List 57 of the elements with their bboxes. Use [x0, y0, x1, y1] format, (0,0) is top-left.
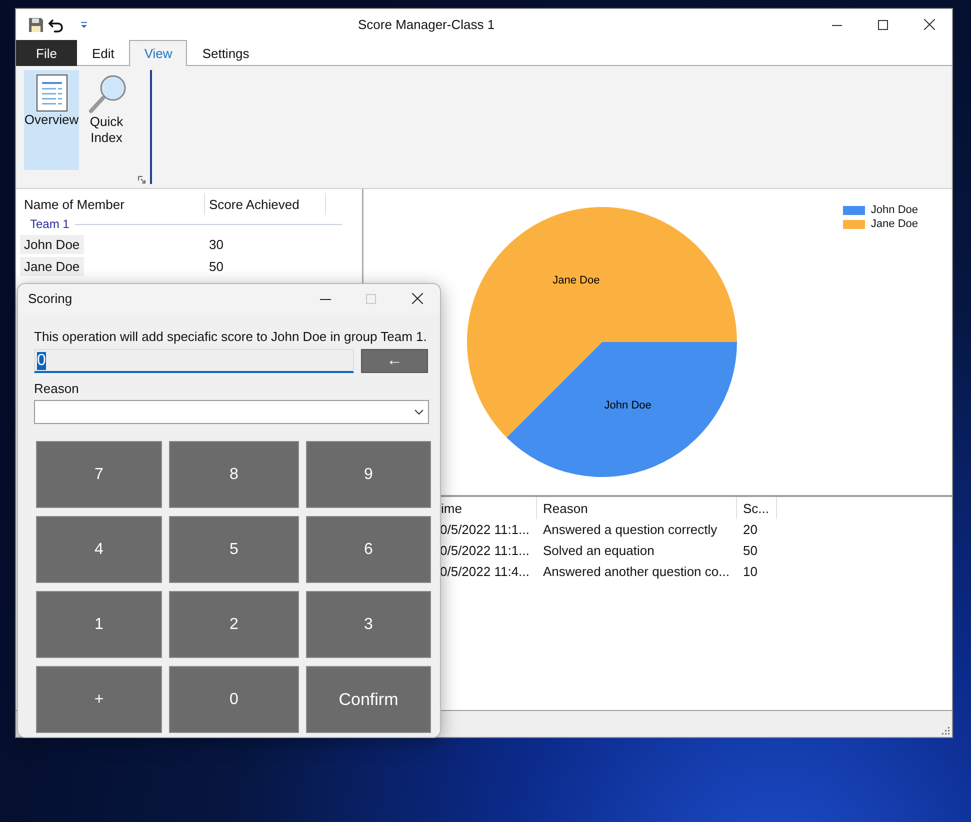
ribbon-button[interactable]: Overview: [24, 70, 79, 170]
column-header[interactable]: Name of Member: [20, 193, 205, 215]
reason-cell: Answered another question co...: [543, 564, 730, 579]
score-cell: 50: [209, 258, 224, 274]
reason-cell: Answered a question correctly: [543, 522, 718, 537]
close-icon[interactable]: [412, 293, 422, 304]
score-cell: 30: [209, 236, 224, 252]
document-icon: [36, 74, 68, 112]
column-header[interactable]: Score Achieved: [205, 193, 326, 215]
keypad-button[interactable]: 5: [169, 516, 299, 583]
score-input-field[interactable]: 0: [34, 349, 354, 373]
chevron-down-icon: [414, 409, 424, 415]
member-name[interactable]: Jane Doe: [20, 256, 84, 276]
reason-label: Reason: [34, 381, 80, 396]
keypad-button[interactable]: 8: [169, 441, 299, 508]
ribbon-button[interactable]: Quick Index: [79, 70, 134, 170]
score-cell: 50: [743, 543, 758, 558]
keypad-button[interactable]: 0: [169, 666, 299, 733]
score-cell: 20: [743, 522, 758, 537]
save-icon[interactable]: [28, 16, 44, 32]
window-title: Score Manager-Class 1: [358, 17, 496, 32]
dialog-title: Scoring: [28, 291, 74, 306]
group-header: Team 1: [30, 217, 70, 231]
keypad-button[interactable]: 9: [306, 441, 431, 508]
column-header[interactable]: Sc...: [737, 497, 777, 519]
reason-dropdown[interactable]: [34, 400, 429, 424]
legend-label: John Doe: [870, 204, 918, 216]
column-header[interactable]: Reason: [537, 497, 737, 519]
dialog-launcher-icon[interactable]: [138, 176, 146, 184]
time-cell: 0/5/2022 11:4...: [440, 564, 530, 579]
backspace-button[interactable]: ←: [361, 349, 428, 373]
keypad-button[interactable]: 3: [306, 591, 431, 658]
ribbon-tab[interactable]: Edit: [76, 40, 130, 66]
keypad-button[interactable]: 7: [36, 441, 162, 508]
maximize-icon[interactable]: [878, 20, 888, 30]
ribbon-tab[interactable]: View: [129, 40, 188, 66]
magnifier-icon: [86, 74, 126, 114]
message-text: This operation will add speciafic score to John Doe in group Team 1.: [34, 329, 428, 344]
close-icon[interactable]: [924, 19, 934, 30]
time-cell: 0/5/2022 11:1...: [440, 522, 530, 537]
slice-label: Jane Doe: [552, 274, 600, 287]
resize-grip-icon[interactable]: [940, 725, 950, 735]
ribbon-tab[interactable]: Settings: [187, 40, 264, 66]
time-cell: 0/5/2022 11:1...: [440, 543, 530, 558]
reason-cell: Solved an equation: [543, 543, 654, 558]
keypad-button[interactable]: 4: [36, 516, 162, 583]
keypad-button[interactable]: +: [36, 666, 162, 733]
confirm-button[interactable]: Confirm: [306, 666, 431, 733]
score-cell: 10: [743, 564, 758, 579]
legend-label: Jane Doe: [870, 218, 918, 230]
slice-label: John Doe: [604, 399, 652, 412]
undo-icon[interactable]: [48, 16, 64, 32]
keypad-button[interactable]: 6: [306, 516, 431, 583]
file-menu-tab[interactable]: File: [16, 40, 77, 66]
member-name[interactable]: John Doe: [20, 234, 84, 254]
keypad-button[interactable]: 1: [36, 591, 162, 658]
keypad-button[interactable]: 2: [169, 591, 299, 658]
